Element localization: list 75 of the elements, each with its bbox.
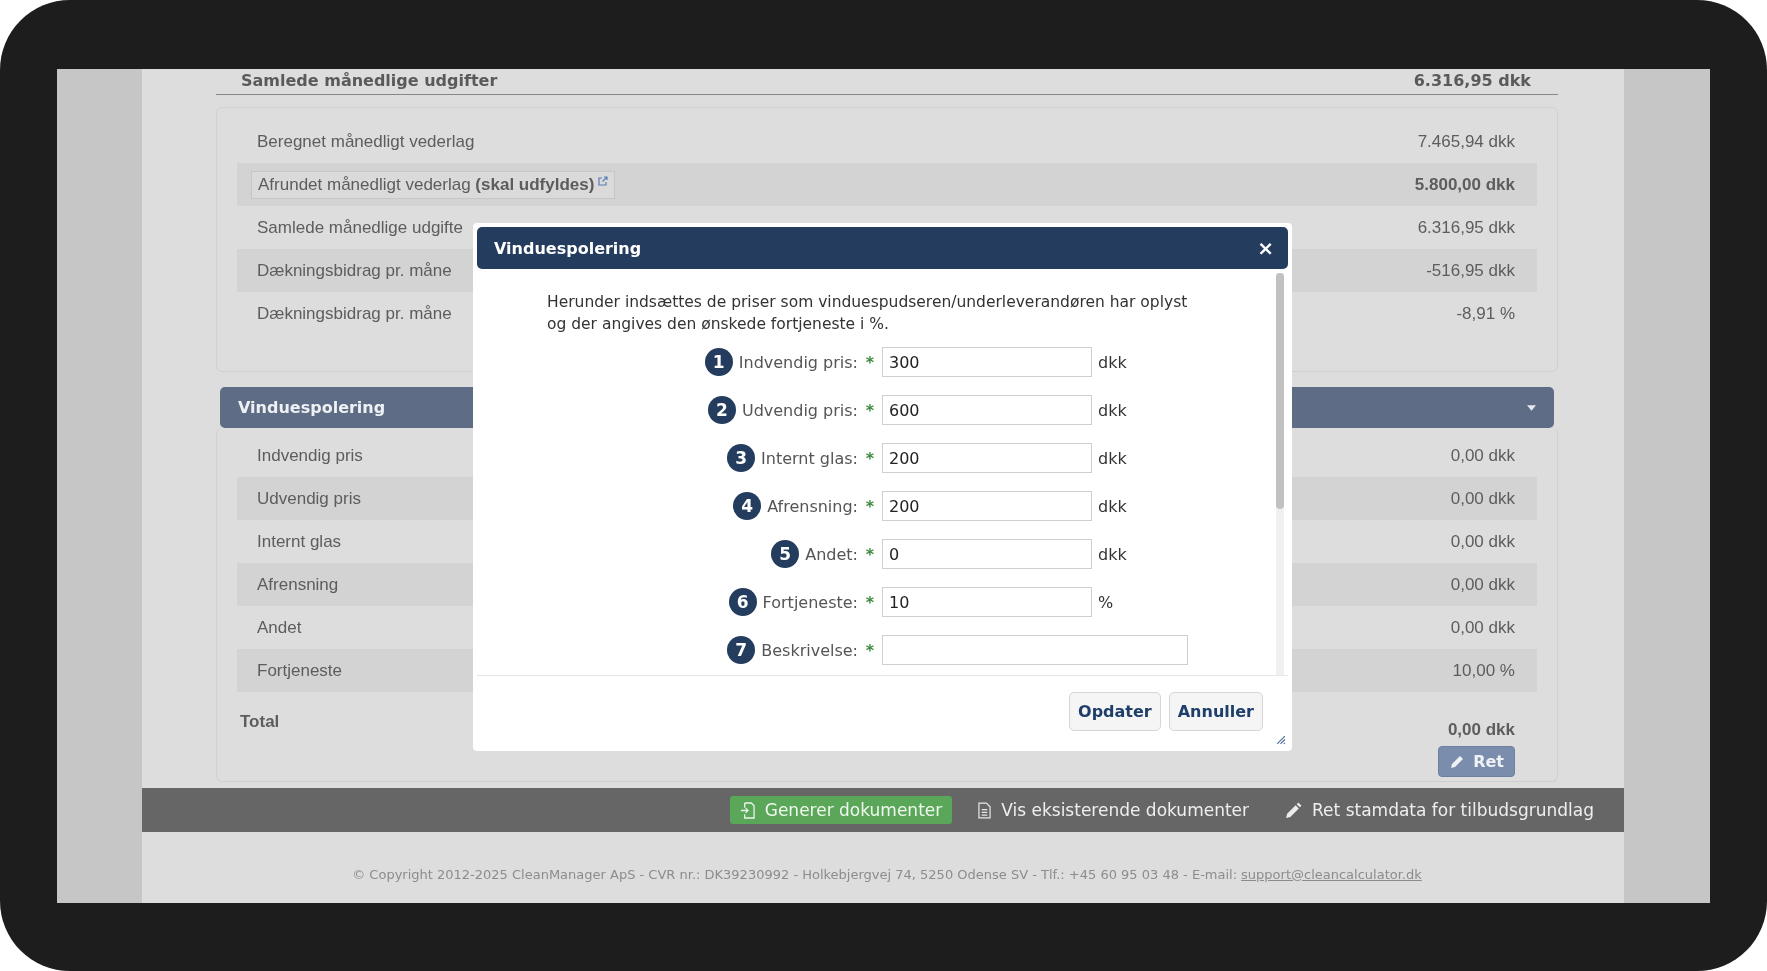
row-label: Samlede månedlige udgifte xyxy=(257,217,464,238)
step-number: 4 xyxy=(733,492,762,520)
required-mark: * xyxy=(864,400,876,420)
required-mark: * xyxy=(864,640,876,660)
unit-label: dkk xyxy=(1098,448,1128,468)
unit-label: dkk xyxy=(1098,352,1128,372)
cancel-button[interactable]: Annuller xyxy=(1168,692,1263,731)
unit-label: % xyxy=(1098,592,1115,612)
row-value: 0,00 dkk xyxy=(1450,574,1515,595)
external-link-icon xyxy=(598,175,609,186)
resize-grip-icon[interactable] xyxy=(1275,734,1286,745)
row-label: Fortjeneste xyxy=(257,660,343,681)
unit-label: dkk xyxy=(1098,400,1128,420)
pencil-icon xyxy=(1449,753,1466,770)
field-label: Beskrivelse: xyxy=(761,640,858,660)
required-mark: * xyxy=(864,448,876,468)
input-field[interactable]: 0 xyxy=(882,539,1092,569)
copyright-text: © Copyright 2012-2025 CleanManager ApS - CVR nr.: DK39230992 - Holkebjergvej 74, 5250 Odense SV - Tlf.: +45 60 95 03 48 - E-mail: xyxy=(352,867,1238,882)
dialog-title: Vinduespolering xyxy=(494,238,642,258)
row-value: 6.316,95 dkk xyxy=(1417,217,1515,238)
field-label: Indvendig pris: xyxy=(738,352,858,372)
step-number: 5 xyxy=(771,540,800,568)
field-label: Fortjeneste: xyxy=(762,592,858,612)
step-number: 1 xyxy=(704,348,733,376)
unit-label: dkk xyxy=(1098,544,1128,564)
summary-value: 6.316,95 dkk xyxy=(1413,71,1531,90)
row-value: 7.465,94 dkk xyxy=(1417,131,1515,152)
row-value: -516,95 dkk xyxy=(1426,260,1515,281)
total-value: 0,00 dkk xyxy=(1447,720,1515,740)
update-button[interactable]: Opdater xyxy=(1069,692,1161,731)
row-value: 0,00 dkk xyxy=(1450,531,1515,552)
summary-label: Samlede månedlige udgifter xyxy=(241,71,498,90)
input-field[interactable]: 300 xyxy=(882,347,1092,377)
input-field[interactable]: 200 xyxy=(882,491,1092,521)
row-value: 0,00 dkk xyxy=(1450,617,1515,638)
total-label: Total xyxy=(240,712,280,733)
document-icon xyxy=(978,801,992,819)
row-value: 0,00 dkk xyxy=(1450,445,1515,466)
row-label: Dækningsbidrag pr. måne xyxy=(257,260,452,281)
pencil-icon xyxy=(1285,801,1303,819)
field-label: Andet: xyxy=(805,544,858,564)
close-button[interactable]: × xyxy=(1253,236,1278,260)
required-field-link[interactable]: Afrundet månedligt vederlag (skal udfyldes) xyxy=(251,170,616,199)
step-number: 6 xyxy=(728,588,757,616)
row-label: Indvendig pris xyxy=(257,445,363,466)
input-field[interactable]: 200 xyxy=(882,443,1092,473)
required-mark: * xyxy=(864,592,876,612)
document-import-icon xyxy=(739,801,755,819)
required-mark: * xyxy=(864,352,876,372)
scrollbar[interactable] xyxy=(1276,273,1284,675)
intro-text: Herunder indsættes de priser som vinduespudseren/underleverandøren har oplyst og der angives den ønskede fortjeneste i %. xyxy=(547,292,1189,335)
description-field[interactable] xyxy=(882,635,1188,665)
unit-label: dkk xyxy=(1098,496,1128,516)
row-label: Andet xyxy=(257,617,302,638)
row-label: Afrensning xyxy=(257,574,339,595)
edit-master-data-button[interactable]: Ret stamdata for tilbudsgrundlag xyxy=(1275,796,1604,824)
row-label: Udvendig pris xyxy=(257,488,361,509)
row-value: 5.800,00 dkk xyxy=(1414,174,1515,195)
view-documents-button[interactable]: Vis eksisterende dokumenter xyxy=(968,796,1260,824)
field-label: Afrensning: xyxy=(767,496,858,516)
row-value: 10,00 % xyxy=(1452,660,1515,681)
row-value: -8,91 % xyxy=(1456,303,1515,324)
field-label: Internt glas: xyxy=(761,448,858,468)
row-value: 0,00 dkk xyxy=(1450,488,1515,509)
row-label: Beregnet månedligt vederlag xyxy=(257,131,475,152)
required-mark: * xyxy=(864,544,876,564)
input-field[interactable]: 10 xyxy=(882,587,1092,617)
step-number: 3 xyxy=(727,444,756,472)
field-label: Udvendig pris: xyxy=(741,400,858,420)
input-field[interactable]: 600 xyxy=(882,395,1092,425)
step-number: 7 xyxy=(727,636,756,664)
required-mark: * xyxy=(864,496,876,516)
step-number: 2 xyxy=(707,396,736,424)
row-label: Internt glas xyxy=(257,531,342,552)
row-label: Dækningsbidrag pr. måne xyxy=(257,303,452,324)
